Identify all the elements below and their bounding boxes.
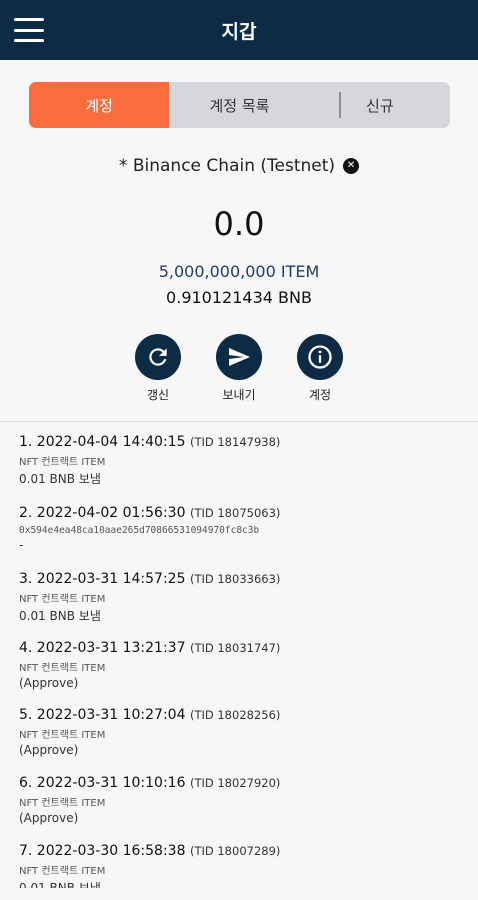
account-info-button[interactable]: 계정 xyxy=(290,334,350,403)
transaction-item[interactable]: 6. 2022-03-31 10:10:16 (TID 18027920) NF… xyxy=(19,775,469,825)
transaction-item[interactable]: 5. 2022-03-31 10:27:04 (TID 18028256) NF… xyxy=(19,707,469,757)
refresh-button[interactable]: 갱신 xyxy=(128,334,188,403)
transaction-item[interactable]: 1. 2022-04-04 14:40:15 (TID 18147938) NF… xyxy=(19,434,469,487)
network-name: * Binance Chain (Testnet) xyxy=(118,156,336,176)
bnb-balance: 0.910121434 BNB xyxy=(166,288,312,307)
transaction-contract: NFT 컨트랙트 ITEM xyxy=(19,798,106,809)
refresh-icon xyxy=(135,334,181,380)
transaction-detail: (Approve) xyxy=(19,743,79,757)
transaction-id: (TID 18031747) xyxy=(189,641,281,655)
transaction-address: 0x594e4ea48ca10aae265d70866531094970fc8c… xyxy=(19,525,260,536)
transaction-date: 4. 2022-03-31 13:21:37 xyxy=(19,640,190,656)
transaction-id: (TID 18147938) xyxy=(189,435,281,449)
transaction-date: 1. 2022-04-04 14:40:15 xyxy=(19,434,190,450)
network-row: * Binance Chain (Testnet) ✕ xyxy=(0,152,478,180)
token-balance: 5,000,000,000 ITEM xyxy=(158,262,320,281)
hamburger-menu-icon[interactable] xyxy=(14,18,44,42)
tab-account[interactable]: 계정 xyxy=(29,82,170,128)
transaction-item[interactable]: 7. 2022-03-30 16:58:38 (TID 18007289) NF… xyxy=(19,843,469,888)
transaction-item[interactable]: 4. 2022-03-31 13:21:37 (TID 18031747) NF… xyxy=(19,640,469,690)
transaction-id: (TID 18007289) xyxy=(189,844,281,858)
transaction-contract: NFT 컨트랙트 ITEM xyxy=(19,594,106,605)
info-icon xyxy=(297,334,343,380)
transaction-id: (TID 18028256) xyxy=(189,708,281,722)
transaction-date: 5. 2022-03-31 10:27:04 xyxy=(19,707,190,723)
transaction-contract: NFT 컨트랙트 ITEM xyxy=(19,663,106,674)
transaction-list: 1. 2022-04-04 14:40:15 (TID 18147938) NF… xyxy=(0,422,478,888)
transaction-item[interactable]: 2. 2022-04-02 01:56:30 (TID 18075063) 0x… xyxy=(19,505,469,552)
transaction-date: 3. 2022-03-31 14:57:25 xyxy=(19,571,190,587)
bottom-edge xyxy=(0,888,478,900)
send-icon xyxy=(216,334,262,380)
action-buttons: 갱신 보내기 계정 xyxy=(0,334,478,406)
transaction-contract: NFT 컨트랙트 ITEM xyxy=(19,730,106,741)
transaction-detail: (Approve) xyxy=(19,811,79,825)
transaction-id: (TID 18033663) xyxy=(189,572,281,586)
transaction-date: 6. 2022-03-31 10:10:16 xyxy=(19,775,190,791)
refresh-label: 갱신 xyxy=(146,388,170,402)
transaction-item[interactable]: 3. 2022-03-31 14:57:25 (TID 18033663) NF… xyxy=(19,571,469,624)
tab-account-list[interactable]: 계정 목록 xyxy=(169,82,309,128)
transaction-detail: 0.01 BNB 보냄 xyxy=(19,881,101,888)
transaction-detail: 0.01 BNB 보냄 xyxy=(19,609,101,623)
close-circle-icon[interactable]: ✕ xyxy=(343,158,360,174)
tab-new[interactable]: 신규 xyxy=(310,82,450,128)
transaction-detail: (Approve) xyxy=(19,676,79,690)
balance-value: 0.0 xyxy=(213,205,265,243)
send-label: 보내기 xyxy=(222,388,256,402)
transaction-detail: 0.01 BNB 보냄 xyxy=(19,472,101,486)
account-info-label: 계정 xyxy=(308,388,332,402)
transaction-contract: NFT 컨트랙트 ITEM xyxy=(19,457,106,468)
tab-divider xyxy=(339,92,341,118)
page-title: 지갑 xyxy=(221,20,257,43)
app-bar: 지갑 xyxy=(0,0,478,60)
transaction-date: 7. 2022-03-30 16:58:38 xyxy=(19,843,190,859)
transaction-id: (TID 18075063) xyxy=(189,506,281,520)
send-button[interactable]: 보내기 xyxy=(209,334,269,403)
transaction-id: (TID 18027920) xyxy=(189,776,281,790)
account-tabs: 계정 계정 목록 신규 xyxy=(29,82,450,128)
transaction-date: 2. 2022-04-02 01:56:30 xyxy=(19,505,190,521)
transaction-contract: NFT 컨트랙트 ITEM xyxy=(19,866,106,877)
transaction-detail: - xyxy=(19,538,24,552)
